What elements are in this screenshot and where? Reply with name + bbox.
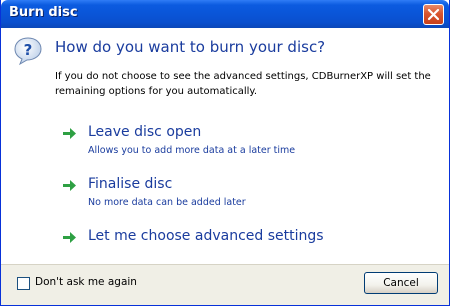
green-arrow-icon <box>63 232 76 243</box>
option-advanced-settings[interactable]: Let me choose advanced settings <box>63 228 363 250</box>
burn-disc-dialog: Burn disc ? How do you want to burn your… <box>0 0 450 306</box>
title-bar[interactable]: Burn disc <box>1 0 449 28</box>
dont-ask-again-label[interactable]: Don't ask me again <box>35 276 137 288</box>
option-subtitle: Allows you to add more data at a later t… <box>88 145 296 156</box>
question-balloon-icon: ? <box>14 37 42 66</box>
svg-text:?: ? <box>24 41 33 59</box>
cancel-button[interactable]: Cancel <box>364 272 438 294</box>
option-leave-disc-open[interactable]: Leave disc open Allows you to add more d… <box>63 124 363 160</box>
option-finalise-disc[interactable]: Finalise disc No more data can be added … <box>63 176 363 212</box>
dont-ask-again-checkbox[interactable] <box>17 277 30 290</box>
option-title: Leave disc open <box>88 124 202 140</box>
close-icon <box>427 8 440 21</box>
option-title: Finalise disc <box>88 176 173 192</box>
close-button[interactable] <box>423 4 444 25</box>
green-arrow-icon <box>63 180 76 191</box>
green-arrow-icon <box>63 128 76 139</box>
option-subtitle: No more data can be added later <box>88 197 246 208</box>
window-title: Burn disc <box>9 5 78 20</box>
dialog-description: If you do not choose to see the advanced… <box>55 71 431 97</box>
dialog-footer: Don't ask me again Cancel <box>1 264 449 305</box>
dialog-heading: How do you want to burn your disc? <box>55 38 326 56</box>
option-title: Let me choose advanced settings <box>88 228 324 244</box>
